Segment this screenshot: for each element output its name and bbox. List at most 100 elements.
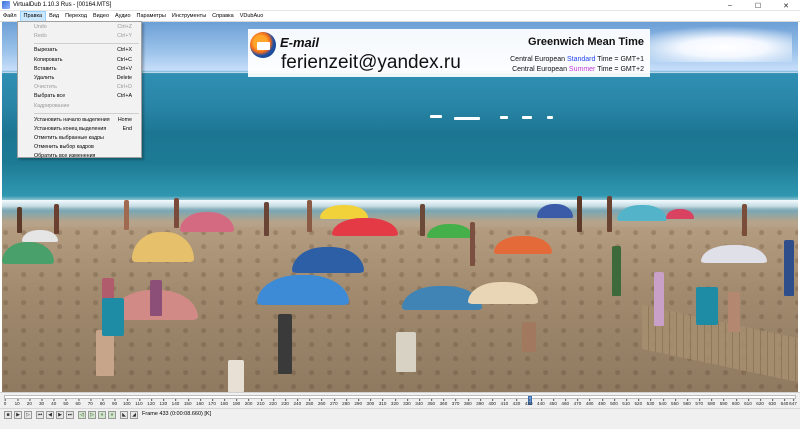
email-label: E-mail [280,35,320,50]
play-output-icon[interactable]: ▷ [24,411,32,419]
person [522,322,536,352]
edit-menu-item[interactable]: Обратить все изменения [18,152,141,161]
edit-menu-shortcut: Home [117,116,132,123]
person [174,198,179,228]
timeline-tick-label: 560 [683,399,691,406]
boat [500,116,508,119]
bottom-toolbar: ■ ▶ ▷ ⏮ ◀ ▶ ⏭ ◁ ▷ « » ◣ ◢ Frame 433 (0:0… [0,408,800,429]
timeline-track[interactable] [4,395,796,405]
timeline-tick-label: 80 [99,399,105,406]
prev-keyframe-icon[interactable]: ◁ [78,411,86,419]
timeline-tick-label: 647 [789,399,797,406]
thunderbird-icon [250,32,276,58]
menu-item[interactable]: Переход [62,11,90,22]
timeline-tick-label: 570 [695,399,704,406]
timeline-tick-label: 640 [780,399,789,406]
edit-menu-item[interactable]: Установить конец выделения End [18,125,141,134]
timeline-tick-label: 270 [329,399,338,406]
edit-menu-item[interactable]: Отменить выбор кадров [18,143,141,152]
timeline-tick-label: 370 [451,399,460,406]
person [264,202,269,236]
timeline-tick-label: 490 [597,399,606,406]
app-icon [2,1,10,9]
person [607,196,612,232]
scene-back-icon[interactable]: « [98,411,106,419]
edit-menu-item[interactable]: Undo Ctrl+Z [18,23,141,32]
person [654,272,664,326]
timeline-tick-label: 380 [463,399,472,406]
close-button[interactable]: ✕ [772,0,800,11]
person [124,200,129,230]
timeline-tick-label: 240 [293,399,302,406]
stop-icon[interactable]: ■ [4,411,12,419]
boat [547,116,553,119]
timeline-tick-label: 220 [269,399,277,406]
person [228,360,244,392]
next-frame-icon[interactable]: ▶ [56,411,64,419]
mark-out-icon[interactable]: ◢ [130,411,138,419]
edit-menu-shortcut: Ctrl+V [117,65,132,72]
edit-menu-item[interactable]: Удалить Delete [18,74,141,83]
timeline-tick-label: 10 [14,399,20,406]
prev-frame-icon[interactable]: ◀ [46,411,54,419]
timeline-tick-label: 120 [147,399,155,406]
edit-menu-shortcut: Ctrl+X [117,47,132,54]
person [396,332,416,372]
edit-menu-item-label: Копировать [34,56,63,63]
person [728,292,740,332]
timeline[interactable]: 0 10 20 30 40 50 60 70 80 90 100 110 120 130 140 150 160… [0,392,800,408]
timeline-tick-label: 400 [488,399,496,406]
maximize-button[interactable]: ☐ [744,0,772,11]
timeline-tick-label: 630 [768,399,777,406]
timeline-tick-label: 230 [281,399,289,406]
person [17,207,22,233]
timeline-tick-label: 360 [439,399,448,406]
timeline-tick-label: 470 [573,399,582,406]
gmt-title: Greenwich Mean Time [528,36,644,48]
edit-menu-item[interactable]: Копировать Ctrl+C [18,56,141,65]
edit-menu-shortcut: Ctrl+A [117,93,132,100]
edit-menu-item-label: Выбрать все [34,93,66,100]
menu-item[interactable]: Файл [0,11,20,22]
edit-menu-item[interactable]: Отметить выбранные кадры [18,134,141,143]
surf-line [2,200,798,208]
trash-bin [102,298,124,336]
minimize-button[interactable]: – [716,0,744,11]
mark-in-icon[interactable]: ◣ [120,411,128,419]
frame-position-label: Frame 433 (0:00:08.660) [K] [142,411,212,417]
go-end-icon[interactable]: ⏭ [66,411,74,419]
menu-separator [34,43,139,45]
menu-item[interactable]: Справка [209,11,237,22]
menu-item[interactable]: Инструменты [169,11,209,22]
timeline-tick-label: 330 [403,399,411,406]
timeline-tick-label: 50 [63,399,69,406]
menu-item[interactable]: Параметры [134,11,169,22]
timeline-tick-label: 440 [537,399,545,406]
next-keyframe-icon[interactable]: ▷ [88,411,96,419]
timeline-tick-label: 160 [196,399,204,406]
edit-menu-item[interactable]: Кадрирование [18,102,141,111]
timeline-tick-label: 340 [415,399,423,406]
timeline-tick-label: 420 [512,399,521,406]
menu-item[interactable]: Правка [19,10,47,22]
edit-menu-item[interactable]: Установить начало выделения Home [18,116,141,125]
go-start-icon[interactable]: ⏮ [36,411,44,419]
edit-menu-item[interactable]: Вставить Ctrl+V [18,65,141,74]
edit-menu-item[interactable]: Redo Ctrl+Y [18,32,141,41]
play-input-icon[interactable]: ▶ [14,411,22,419]
menu-item[interactable]: Аудио [112,11,134,22]
menu-item[interactable]: VDubAuo [237,11,267,22]
scene-forward-icon[interactable]: » [108,411,116,419]
timeline-tick-label: 140 [171,399,180,406]
timeline-tick-label: 20 [26,399,32,406]
menu-item[interactable]: Вид [46,11,62,22]
menu-item[interactable]: Видео [90,11,112,22]
edit-menu-shortcut: Delete [116,74,132,81]
boat [430,115,442,118]
timeline-tick-label: 610 [744,399,752,406]
edit-menu-item[interactable]: Выбрать все Ctrl+A [18,92,141,101]
timeline-tick-label: 450 [549,399,557,406]
edit-menu-item[interactable]: Вырезать Ctrl+X [18,46,141,55]
edit-menu-item[interactable]: Очистить Ctrl+D [18,83,141,92]
timeline-tick-label: 480 [585,399,594,406]
